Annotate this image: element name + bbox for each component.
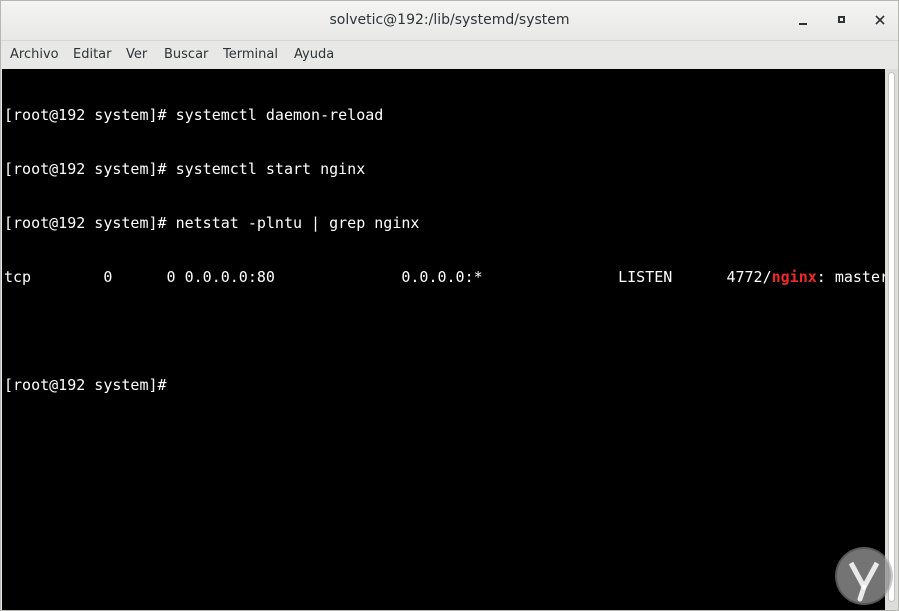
- maximize-button[interactable]: [831, 9, 853, 31]
- close-icon: [875, 15, 885, 25]
- menu-terminal[interactable]: Terminal: [223, 47, 278, 62]
- process-name: nginx: [771, 268, 817, 286]
- solvetic-logo: [835, 547, 893, 605]
- menu-buscar[interactable]: Buscar: [164, 47, 208, 62]
- minimize-button[interactable]: [793, 9, 815, 31]
- terminal-line: [root@192 system]# systemctl start nginx: [4, 160, 366, 178]
- maximize-icon: [838, 16, 845, 23]
- terminal-area[interactable]: [root@192 system]# systemctl daemon-relo…: [2, 69, 885, 610]
- close-button[interactable]: [869, 9, 891, 31]
- terminal-prompt: [root@192 system]#: [4, 376, 167, 394]
- netstat-row-prefix: tcp 0 0 0.0.0.0:80 0.0.0.0:* LISTEN 4772…: [4, 268, 772, 286]
- terminal-output: [root@192 system]# systemctl daemon-relo…: [4, 70, 885, 430]
- title-bar[interactable]: solvetic@192:/lib/systemd/system: [1, 1, 898, 41]
- terminal-window: solvetic@192:/lib/systemd/system Archivo…: [0, 0, 899, 611]
- menu-ver[interactable]: Ver: [126, 47, 147, 62]
- menu-bar: Archivo Editar Ver Buscar Terminal Ayuda: [1, 41, 898, 68]
- terminal-line: [root@192 system]# netstat -plntu | grep…: [4, 214, 420, 232]
- netstat-row: tcp 0 0 0.0.0.0:80 0.0.0.0:* LISTEN 4772…: [4, 268, 885, 286]
- menu-editar[interactable]: Editar: [73, 47, 112, 62]
- window-title: solvetic@192:/lib/systemd/system: [329, 12, 570, 28]
- vertical-scrollbar[interactable]: [885, 69, 898, 610]
- terminal-line: [root@192 system]# systemctl daemon-relo…: [4, 106, 384, 124]
- netstat-row-suffix: : master: [816, 268, 885, 286]
- menu-archivo[interactable]: Archivo: [10, 47, 59, 62]
- menu-ayuda[interactable]: Ayuda: [294, 47, 334, 62]
- minimize-icon: [799, 23, 807, 25]
- scrollbar-thumb[interactable]: [888, 72, 895, 602]
